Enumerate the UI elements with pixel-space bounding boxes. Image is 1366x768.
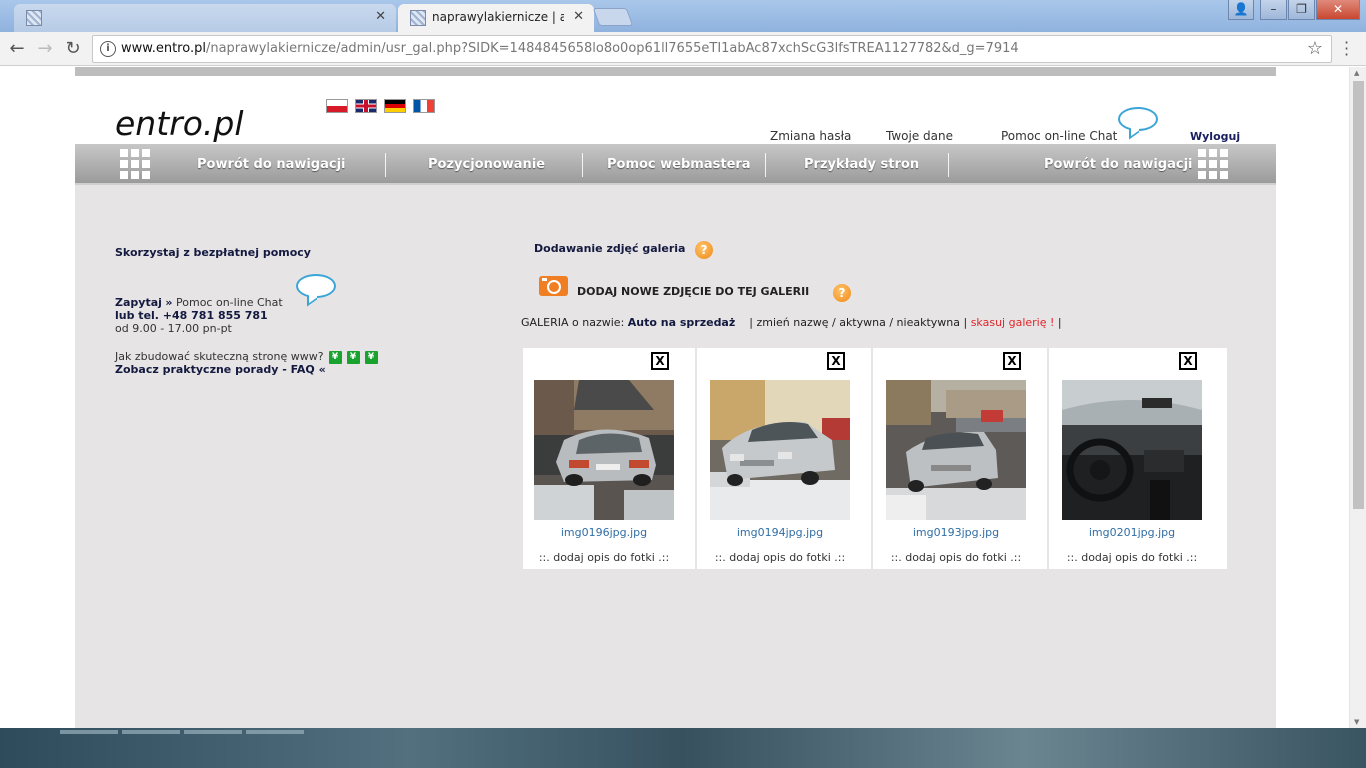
vertical-scrollbar[interactable]: ▲ ▼ [1349, 67, 1366, 728]
taskbar-item[interactable] [122, 730, 180, 734]
office-hours: od 9.00 - 17.00 pn-pt [115, 322, 232, 335]
photo-card: X img0201jpg.jpg ::. dodaj opis do fotki… [1051, 348, 1225, 569]
chat-bubble-icon[interactable] [1118, 107, 1158, 131]
nav-divider [582, 153, 583, 177]
page-viewport: entro.pl Zmiana hasła Twoje dane Pomoc o… [0, 67, 1366, 728]
photo-thumbnail[interactable] [1062, 380, 1202, 520]
nav-divider [765, 153, 766, 177]
help-icon[interactable]: ? [695, 241, 713, 259]
scroll-down-icon[interactable]: ▼ [1354, 718, 1359, 726]
site-favicon-icon [410, 10, 426, 26]
back-arrow-icon[interactable]: ← [6, 38, 28, 60]
forward-arrow-icon[interactable]: → [34, 38, 56, 60]
browser-tab-bar: ✕ naprawylakiernicze | adm ✕ 👤 – ❐ ✕ [0, 0, 1366, 32]
info-icon[interactable]: i [100, 41, 116, 57]
help-icon[interactable]: ? [833, 284, 851, 302]
phone-number: lub tel. +48 781 855 781 [115, 309, 268, 322]
faq-link[interactable]: Zobacz praktyczne porady - FAQ « [115, 363, 326, 376]
tab-title: naprawylakiernicze | adm [432, 10, 564, 24]
photo-thumbnail[interactable] [886, 380, 1026, 520]
camera-icon[interactable] [539, 276, 568, 296]
nav-positioning[interactable]: Pozycjonowanie [428, 157, 545, 172]
rename-gallery-link[interactable]: | zmień nazwę / aktywna / nieaktywna | [749, 316, 967, 329]
profile-icon[interactable]: 👤 [1228, 0, 1254, 20]
flag-fr-icon[interactable] [413, 99, 435, 113]
add-description-link[interactable]: ::. dodaj opis do fotki .:: [699, 551, 861, 564]
nav-back-to-navigation-right[interactable]: Powrót do nawigacji [1044, 157, 1193, 172]
site-logo[interactable]: entro.pl [115, 104, 244, 143]
nav-page-examples[interactable]: Przykłady stron [804, 157, 919, 172]
down-arrow-icon[interactable]: ¥ [346, 350, 360, 364]
taskbar-item[interactable] [184, 730, 242, 734]
photo-thumbnail[interactable] [710, 380, 850, 520]
add-description-link[interactable]: ::. dodaj opis do fotki .:: [523, 551, 685, 564]
photo-filename[interactable]: img0201jpg.jpg [1051, 526, 1213, 539]
close-window-button[interactable]: ✕ [1316, 0, 1360, 20]
photo-card: X [875, 348, 1049, 569]
delete-photo-button[interactable]: X [827, 352, 845, 370]
main-navigation: Powrót do nawigacji Pozycjonowanie Pomoc… [75, 144, 1276, 185]
flag-de-icon[interactable] [384, 99, 406, 113]
scrollbar-thumb[interactable] [1353, 81, 1364, 509]
delete-photo-button[interactable]: X [1003, 352, 1021, 370]
change-password-link[interactable]: Zmiana hasła [770, 129, 851, 143]
scroll-up-icon[interactable]: ▲ [1354, 69, 1359, 77]
delete-photo-button[interactable]: X [651, 352, 669, 370]
logout-link[interactable]: Wyloguj [1190, 130, 1240, 143]
photo-card: X [523, 348, 697, 569]
photo-filename[interactable]: img0193jpg.jpg [875, 526, 1037, 539]
address-bar[interactable]: i www.entro.pl/naprawylakiernicze/admin/… [92, 35, 1332, 63]
reload-icon[interactable]: ↻ [62, 38, 84, 60]
online-help-link[interactable]: Pomoc on-line Chat [1001, 129, 1117, 143]
flag-pl-icon[interactable] [326, 99, 348, 113]
gallery-name: Auto na sprzedaż [627, 316, 736, 329]
browser-toolbar: ← → ↻ i www.entro.pl/naprawylakiernicze/… [0, 32, 1366, 66]
grid-menu-icon[interactable] [1198, 149, 1228, 179]
down-arrow-icon[interactable]: ¥ [328, 350, 342, 364]
bookmark-star-icon[interactable]: ☆ [1307, 38, 1323, 59]
your-data-link[interactable]: Twoje dane [886, 129, 953, 143]
nav-divider [385, 153, 386, 177]
add-description-link[interactable]: ::. dodaj opis do fotki .:: [1051, 551, 1213, 564]
browser-tab-inactive[interactable]: ✕ [14, 4, 396, 32]
taskbar-item[interactable] [246, 730, 304, 734]
delete-photo-button[interactable]: X [1179, 352, 1197, 370]
nav-back-to-navigation[interactable]: Powrót do nawigacji [197, 157, 346, 172]
photo-grid: X img0196jpg.jpg::. dodaj opis do fotki… [523, 348, 1227, 569]
photo-filename[interactable]: img0194jpg.jpg [699, 526, 861, 539]
delete-gallery-link[interactable]: skasuj galerię ! [971, 316, 1055, 329]
browser-tab-active[interactable]: naprawylakiernicze | adm ✕ [398, 4, 594, 32]
nav-webmaster-help[interactable]: Pomoc webmastera [607, 157, 751, 172]
howto-text: Jak zbudować skuteczną stronę www? ¥ ¥ ¥ [115, 350, 378, 364]
photo-filename[interactable]: img0196jpg.jpg [523, 526, 685, 539]
os-taskbar [0, 728, 1366, 768]
taskbar-item[interactable] [60, 730, 118, 734]
grid-menu-icon[interactable] [120, 149, 150, 179]
photo-thumbnail[interactable] [534, 380, 674, 520]
nav-divider [948, 153, 949, 177]
ask-chat-link[interactable]: Zapytaj » Pomoc on-line Chat [115, 296, 283, 309]
gallery-info-line: GALERIA o nazwie: Auto na sprzedaż | zmi… [521, 316, 1062, 329]
page-header: entro.pl Zmiana hasła Twoje dane Pomoc o… [75, 67, 1276, 144]
address-url[interactable]: www.entro.pl/naprawylakiernicze/admin/us… [121, 41, 1019, 56]
browser-menu-icon[interactable]: · · · [1344, 35, 1349, 63]
chat-bubble-icon[interactable] [296, 274, 336, 298]
add-photo-link[interactable]: DODAJ NOWE ZDJĘCIE DO TEJ GALERII [577, 285, 809, 298]
page-container: entro.pl Zmiana hasła Twoje dane Pomoc o… [75, 67, 1276, 728]
flag-en-icon[interactable] [355, 99, 377, 113]
photo-card: X [699, 348, 873, 569]
minimize-button[interactable]: – [1260, 0, 1287, 20]
down-arrow-icon[interactable]: ¥ [364, 350, 378, 364]
add-description-link[interactable]: ::. dodaj opis do fotki .:: [875, 551, 1037, 564]
tab-close-icon[interactable]: ✕ [375, 9, 386, 25]
site-favicon-icon [26, 10, 42, 26]
maximize-button[interactable]: ❐ [1288, 0, 1315, 20]
tab-close-icon[interactable]: ✕ [573, 9, 584, 25]
new-tab-button[interactable] [592, 8, 634, 26]
gallery-title: Dodawanie zdjęć galeria [534, 242, 686, 255]
sidebar-title: Skorzystaj z bezpłatnej pomocy [115, 246, 311, 259]
